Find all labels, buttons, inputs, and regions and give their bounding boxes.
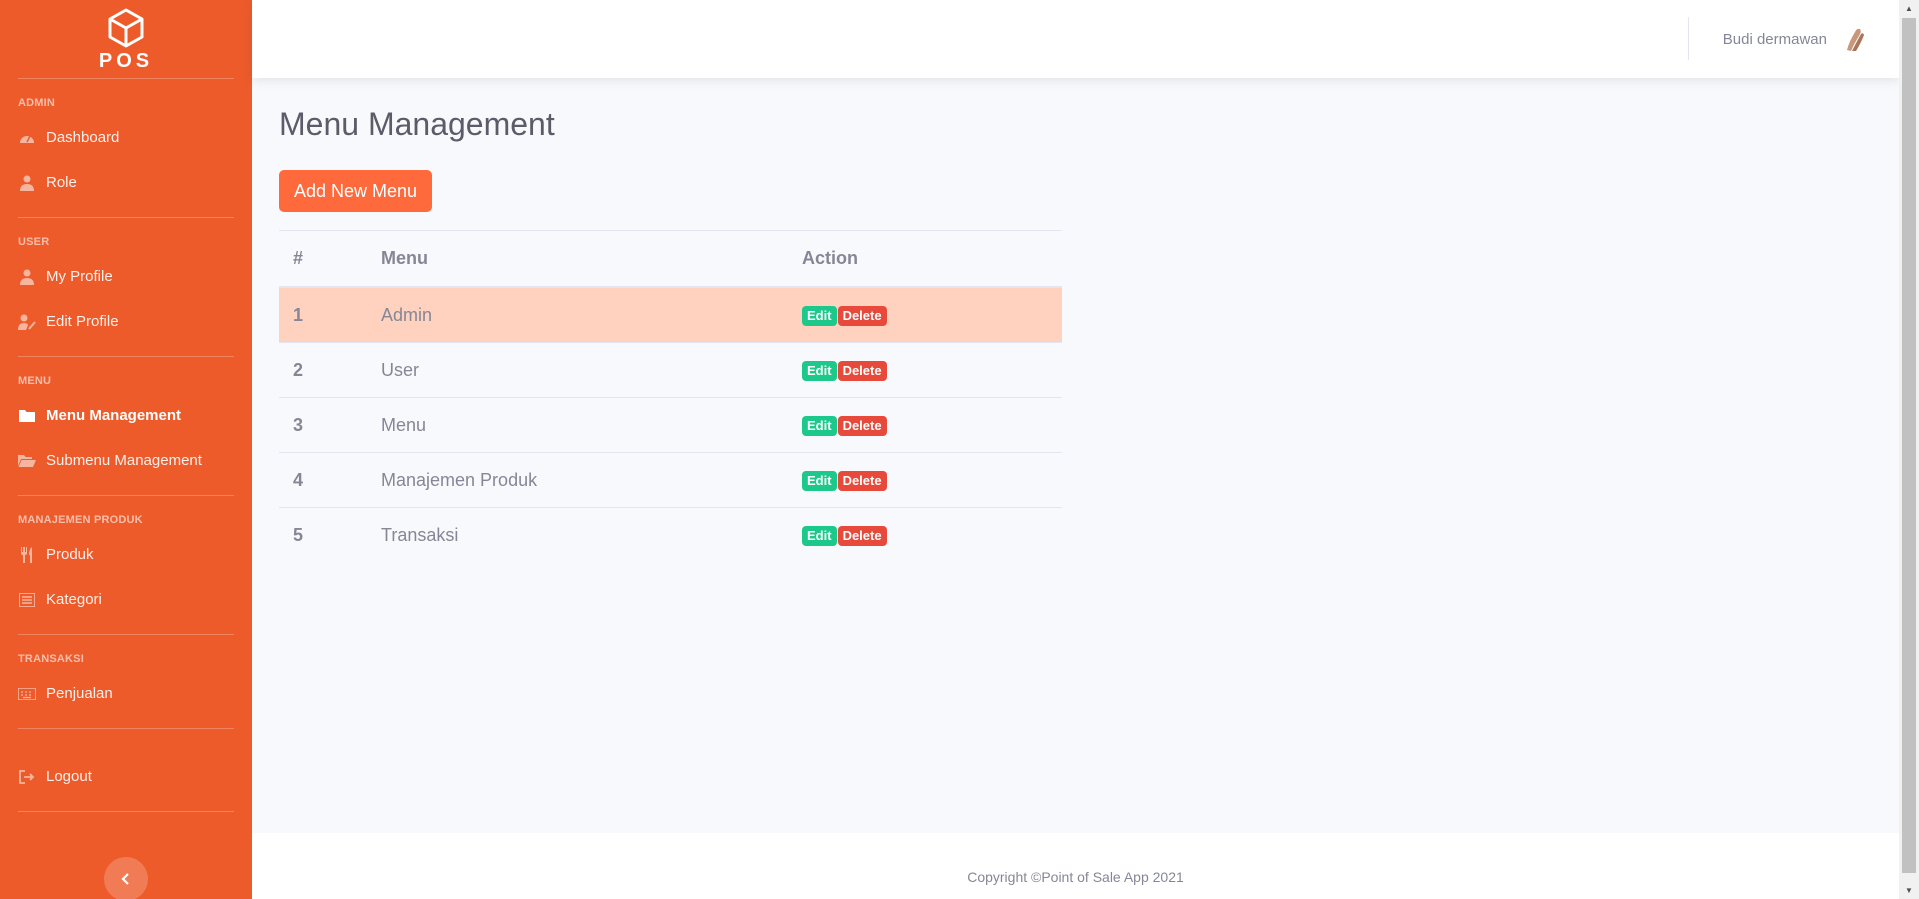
sidebar-heading-transaksi: TRANSAKSI xyxy=(18,653,84,665)
row-menu-name: Transaksi xyxy=(367,507,788,562)
sidebar: POS ADMIN Dashboard Role USER My Profile… xyxy=(0,0,252,899)
folder-open-icon xyxy=(18,452,36,470)
sidebar-toggle-button[interactable] xyxy=(104,857,148,899)
sidebar-item-dashboard[interactable]: Dashboard xyxy=(0,115,252,160)
sidebar-item-menu-management[interactable]: Menu Management xyxy=(0,393,252,438)
sidebar-item-label: Penjualan xyxy=(46,685,113,702)
row-number: 3 xyxy=(279,397,367,453)
chevron-left-icon xyxy=(121,873,129,885)
brand-text: POS xyxy=(98,50,154,72)
row-number: 1 xyxy=(279,286,367,343)
sidebar-item-label: Logout xyxy=(46,768,92,785)
row-actions: Edit Delete xyxy=(788,342,1062,398)
row-menu-name: Admin xyxy=(367,286,788,343)
sign-out-icon xyxy=(18,768,36,786)
add-new-menu-button[interactable]: Add New Menu xyxy=(279,170,433,212)
sidebar-item-edit-profile[interactable]: Edit Profile xyxy=(0,299,252,344)
delete-button[interactable]: Delete xyxy=(837,361,887,381)
sidebar-item-label: Dashboard xyxy=(46,129,120,146)
edit-button[interactable]: Edit xyxy=(802,526,837,546)
sidebar-item-my-profile[interactable]: My Profile xyxy=(0,254,252,299)
edit-button[interactable]: Edit xyxy=(802,361,837,381)
row-actions: Edit Delete xyxy=(788,286,1062,343)
sidebar-heading-admin: ADMIN xyxy=(18,97,56,109)
sidebar-heading-user: USER xyxy=(18,236,50,248)
row-menu-name: Menu xyxy=(367,397,788,453)
delete-button[interactable]: Delete xyxy=(837,471,887,491)
row-menu-name: User xyxy=(367,342,788,398)
sidebar-item-label: Produk xyxy=(46,546,94,563)
edit-button[interactable]: Edit xyxy=(802,306,837,326)
scroll-up-icon[interactable]: ▲ xyxy=(1899,0,1919,17)
brand-logo[interactable]: POS xyxy=(0,0,252,78)
user-dropdown[interactable]: Budi dermawan xyxy=(1723,0,1869,78)
row-number: 5 xyxy=(279,507,367,562)
sidebar-item-role[interactable]: Role xyxy=(0,160,252,205)
table-row: 5 Transaksi Edit Delete xyxy=(279,507,1062,562)
table-row: 2 User Edit Delete xyxy=(279,342,1062,398)
sidebar-item-logout[interactable]: Logout xyxy=(0,754,252,799)
row-actions: Edit Delete xyxy=(788,507,1062,562)
copyright-text: Copyright ©Point of Sale App 2021 xyxy=(967,869,1184,885)
tachometer-icon xyxy=(18,129,36,147)
user-icon xyxy=(18,268,36,286)
avatar-icon xyxy=(1839,24,1869,54)
edit-button[interactable]: Edit xyxy=(802,416,837,436)
sidebar-item-produk[interactable]: Produk xyxy=(0,532,252,577)
edit-button[interactable]: Edit xyxy=(802,471,837,491)
delete-button[interactable]: Delete xyxy=(837,526,887,546)
page-title: Menu Management xyxy=(279,106,555,142)
cube-icon xyxy=(108,8,144,48)
sidebar-item-penjualan[interactable]: Penjualan xyxy=(0,671,252,716)
delete-button[interactable]: Delete xyxy=(837,306,887,326)
table-header-row: # Menu Action xyxy=(279,230,1062,288)
row-number: 2 xyxy=(279,342,367,398)
user-tie-icon xyxy=(18,174,36,192)
table-row: 1 Admin Edit Delete xyxy=(279,286,1062,343)
sidebar-item-kategori[interactable]: Kategori xyxy=(0,577,252,622)
divider xyxy=(18,811,234,812)
header-menu: Menu xyxy=(367,230,788,288)
folder-icon xyxy=(18,407,36,425)
sidebar-item-label: Menu Management xyxy=(46,407,182,424)
topbar: Budi dermawan xyxy=(252,0,1899,78)
topbar-divider xyxy=(1688,17,1689,60)
scroll-down-icon[interactable]: ▼ xyxy=(1899,882,1919,899)
sidebar-item-submenu-management[interactable]: Submenu Management xyxy=(0,438,252,483)
sidebar-item-label: Edit Profile xyxy=(46,313,119,330)
footer: Copyright ©Point of Sale App 2021 xyxy=(252,833,1899,899)
user-edit-icon xyxy=(18,313,36,331)
sidebar-item-label: Kategori xyxy=(46,591,102,608)
keyboard-icon xyxy=(18,685,36,703)
sidebar-item-label: My Profile xyxy=(46,268,113,285)
user-name: Budi dermawan xyxy=(1722,30,1827,48)
utensils-icon xyxy=(18,546,36,564)
menu-table: # Menu Action 1 Admin Edit Delete 2 User Edit D… xyxy=(279,230,1062,562)
row-actions: Edit Delete xyxy=(788,452,1062,508)
sidebar-item-label: Submenu Management xyxy=(46,452,202,469)
table-row: 3 Menu Edit Delete xyxy=(279,397,1062,453)
sidebar-heading-manajemen-produk: MANAJEMEN PRODUK xyxy=(18,514,143,526)
list-icon xyxy=(18,591,36,609)
main-content: Menu Management Add New Menu # Menu Acti… xyxy=(279,78,1062,562)
header-action: Action xyxy=(788,230,1062,288)
row-number: 4 xyxy=(279,452,367,508)
row-menu-name: Manajemen Produk xyxy=(367,452,788,508)
row-actions: Edit Delete xyxy=(788,397,1062,453)
scrollbar[interactable]: ▲ ▼ xyxy=(1899,0,1919,899)
header-number: # xyxy=(279,230,367,288)
table-row: 4 Manajemen Produk Edit Delete xyxy=(279,452,1062,508)
delete-button[interactable]: Delete xyxy=(837,416,887,436)
scrollbar-thumb[interactable] xyxy=(1902,18,1916,873)
sidebar-item-label: Role xyxy=(46,174,77,191)
sidebar-heading-menu: MENU xyxy=(18,375,52,387)
